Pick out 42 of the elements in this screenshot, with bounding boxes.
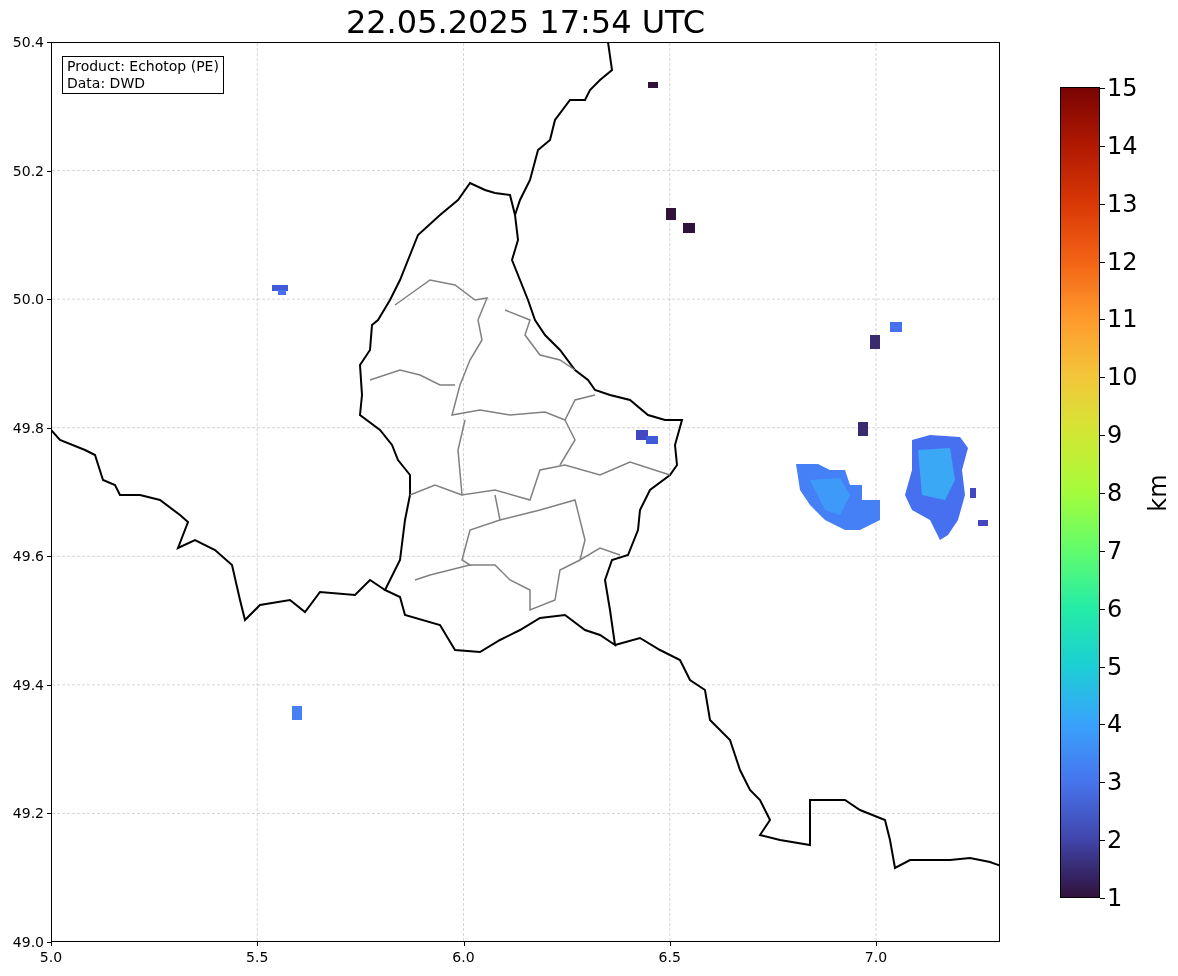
y-axis-tick-label: 49.4: [11, 675, 44, 694]
colorbar-tick-label: 9: [1107, 421, 1123, 450]
chart-title: 22.05.2025 17:54 UTC: [344, 2, 707, 42]
y-axis-tick-label: 49.0: [11, 933, 44, 951]
radar-echo: [970, 488, 976, 498]
colorbar-tick-label: 13: [1107, 189, 1138, 218]
x-axis-tick-label: 5.5: [245, 948, 270, 966]
y-axis-tick-label: 50.2: [11, 161, 44, 180]
colorbar-tick-label: 14: [1107, 131, 1138, 160]
y-axis-tick-label: 49.8: [11, 418, 44, 437]
colorbar-tick-label: 1: [1107, 884, 1123, 912]
radar-echo: [870, 335, 880, 349]
y-axis-tick-label: 49.2: [11, 804, 44, 823]
y-axis-tick-label: 49.6: [11, 547, 44, 566]
radar-echo: [666, 208, 676, 220]
info-text: Data: DWD: [67, 75, 146, 92]
y-axis-tick-label: 50.4: [11, 33, 44, 51]
colorbar-tick-label: 8: [1107, 479, 1123, 507]
colorbar-tick-label: 6: [1107, 594, 1123, 623]
x-axis-tick-label: 6.0: [451, 948, 476, 966]
colorbar-tick-label: 5: [1107, 652, 1123, 681]
radar-echo: [890, 322, 902, 332]
colorbar-tick-label: 2: [1107, 826, 1123, 855]
colorbar-tick-label: 11: [1107, 305, 1138, 334]
colorbar-tick-label: 15: [1107, 74, 1138, 102]
radar-echo: [683, 223, 695, 233]
colorbar-tick-label: 10: [1107, 363, 1138, 392]
radar-echo: [978, 520, 988, 526]
colorbar-tick-label: 4: [1107, 710, 1123, 739]
radar-echo: [858, 422, 868, 436]
radar-echo: [648, 82, 658, 88]
info-text: Product: Echotop (PE): [67, 58, 219, 75]
colorbar-tick-label: 7: [1107, 536, 1123, 565]
x-axis-tick-label: 7.0: [863, 948, 889, 966]
colorbar-tick-label: 12: [1107, 247, 1138, 276]
radar-echo: [636, 430, 648, 440]
radar-echo: [292, 706, 302, 720]
colorbar-label: km: [1143, 473, 1173, 514]
y-axis-tick-label: 50.0: [11, 290, 44, 309]
x-axis-tick-label: 5.0: [38, 948, 64, 966]
colorbar-tick-label: 3: [1107, 768, 1123, 797]
x-axis-tick-label: 6.5: [657, 948, 682, 966]
